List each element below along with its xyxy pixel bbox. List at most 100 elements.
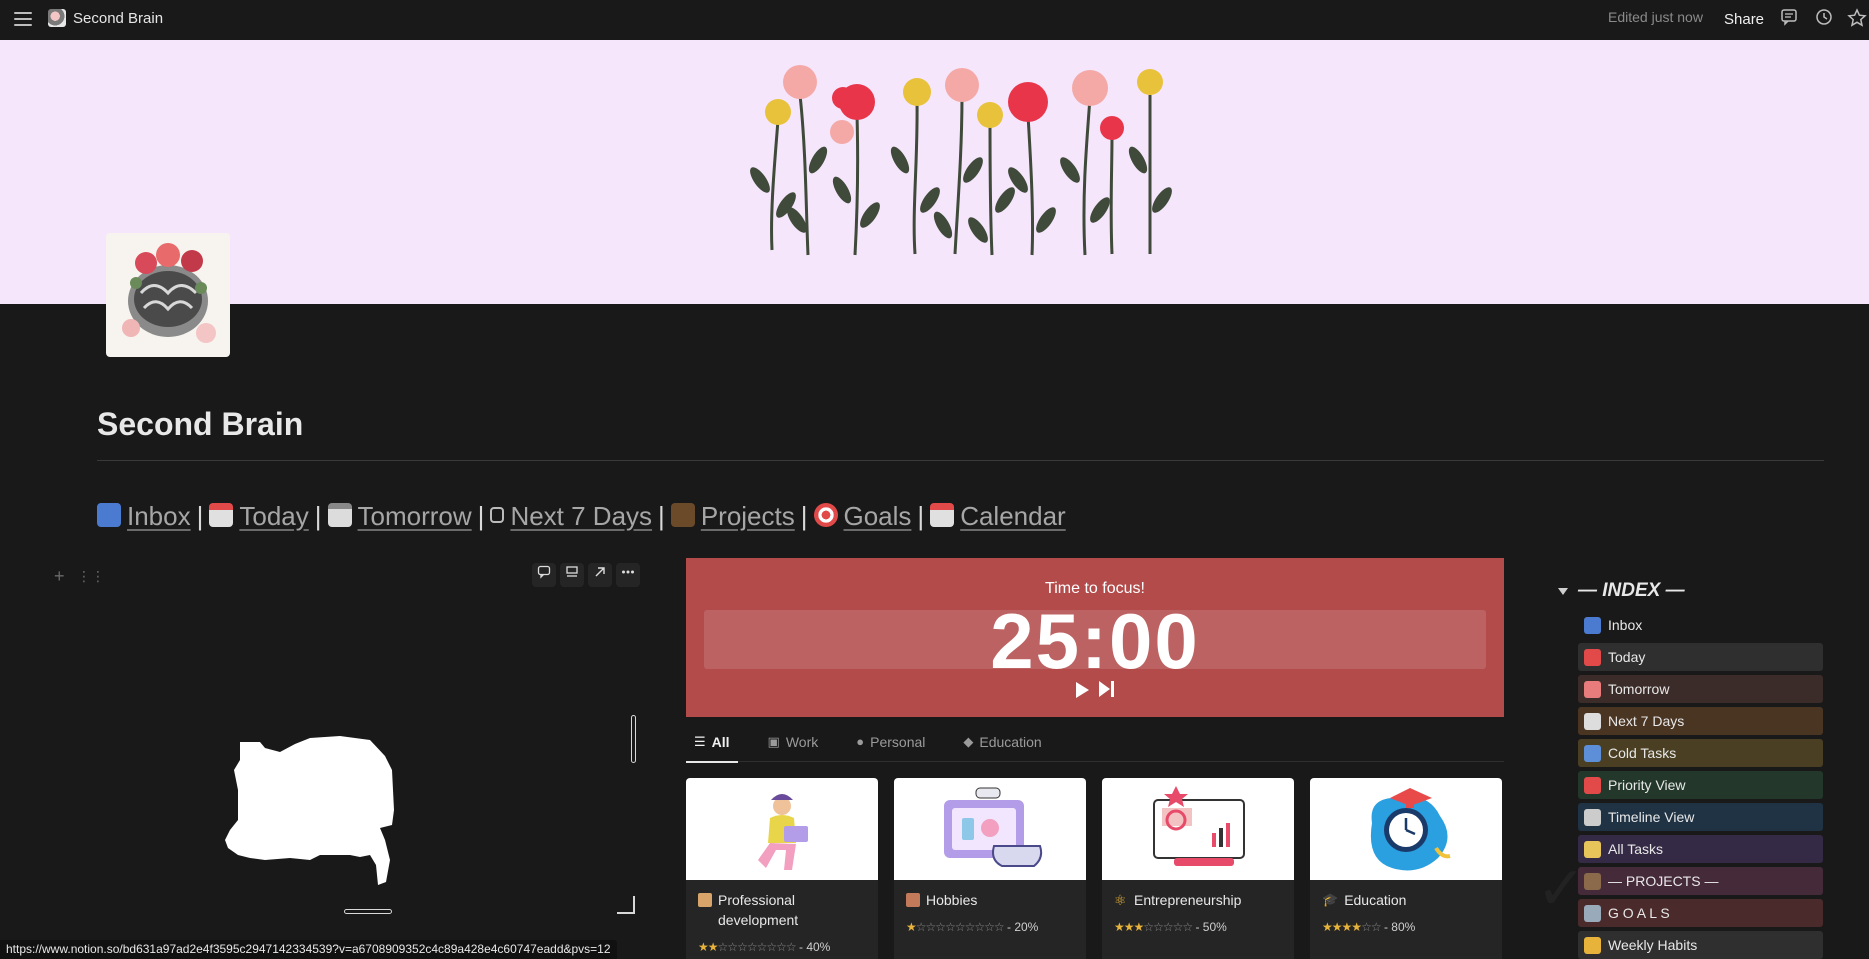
watermark-logo: ✓: [1536, 855, 1589, 922]
card-education[interactable]: 🎓 Education ★★★★☆☆ - 80%: [1310, 778, 1502, 959]
target-icon: [813, 502, 838, 527]
tab-label: All: [711, 734, 730, 750]
star-empty-icon: ☆: [935, 920, 946, 934]
star-rating: ★★★★☆☆: [1322, 920, 1384, 934]
index-item-icon: [1584, 808, 1601, 826]
index-item[interactable]: Cold Tasks: [1578, 739, 1823, 767]
drag-handle-icon[interactable]: ⋮⋮: [77, 568, 105, 585]
spiral-calendar-icon: [327, 502, 352, 527]
calendar-icon: [930, 502, 955, 527]
card-image: [1102, 778, 1294, 880]
index-item-icon: [1584, 680, 1601, 698]
scrollbar-vertical[interactable]: [631, 715, 636, 763]
cover-image: [0, 40, 1869, 304]
tab-personal[interactable]: ● Personal: [848, 730, 933, 762]
inbox-tray-icon: [97, 502, 121, 527]
index-item-icon: [1584, 616, 1601, 634]
comment-icon[interactable]: [1778, 8, 1800, 30]
index-item[interactable]: Timeline View: [1578, 803, 1823, 831]
nav-link-today[interactable]: Today: [239, 501, 308, 532]
star-filled-icon: ★: [1341, 920, 1353, 934]
more-options-icon[interactable]: [616, 563, 640, 587]
menu-icon[interactable]: [14, 10, 32, 28]
view-tabs: ☰ All ▣ Work ● Personal ◆ Education: [686, 730, 1504, 763]
rating-percent: - 40%: [799, 940, 831, 954]
card-title-text: Hobbies: [926, 892, 978, 908]
card-hobbies[interactable]: Hobbies ★☆☆☆☆☆☆☆☆☆ - 20%: [894, 778, 1086, 959]
index-item-icon: [1584, 648, 1601, 666]
index-item[interactable]: Weekly Habits: [1578, 931, 1823, 959]
star-empty-icon: ☆: [974, 920, 985, 934]
nav-link-next-7-days[interactable]: Next 7 Days: [510, 501, 652, 532]
star-rating: ★☆☆☆☆☆☆☆☆☆: [906, 920, 1007, 934]
index-item[interactable]: Next 7 Days: [1578, 707, 1823, 735]
tab-all[interactable]: ☰ All: [686, 730, 738, 763]
checklist-icon: ☰: [694, 734, 706, 749]
tab-education[interactable]: ◆ Education: [955, 730, 1049, 762]
nav-link-inbox[interactable]: Inbox: [127, 501, 191, 532]
star-empty-icon: ☆: [717, 940, 729, 954]
index-item[interactable]: Inbox: [1578, 611, 1823, 639]
briefcase-icon: [670, 502, 695, 527]
page-title[interactable]: Second Brain: [97, 406, 303, 443]
graduation-cap-icon: ◆: [963, 734, 974, 749]
resize-handle[interactable]: [617, 896, 635, 914]
star-empty-icon: ☆: [756, 940, 768, 954]
rating-percent: - 80%: [1383, 920, 1416, 934]
star-filled-icon: ★: [1123, 920, 1135, 934]
index-item-label: Tomorrow: [1608, 681, 1670, 697]
card-professional-development[interactable]: Professional development ★★☆☆☆☆☆☆☆☆ - 40…: [686, 778, 878, 959]
tab-work[interactable]: ▣ Work: [760, 730, 827, 762]
star-filled-icon: ★: [1322, 920, 1333, 934]
skip-icon[interactable]: [1099, 680, 1114, 698]
divider: [97, 460, 1824, 461]
nav-link-goals[interactable]: Goals: [844, 501, 912, 532]
breadcrumb[interactable]: Second Brain: [73, 10, 163, 27]
index-item[interactable]: Priority View: [1578, 771, 1823, 799]
top-bar: Second Brain Edited just now Share: [0, 0, 1869, 40]
star-empty-icon: ☆: [1182, 920, 1193, 934]
index-item[interactable]: — PROJECTS —: [1578, 867, 1823, 895]
index-item-label: Inbox: [1608, 617, 1643, 633]
index-item[interactable]: G O A L S: [1578, 899, 1823, 927]
star-empty-icon: ☆: [785, 940, 797, 954]
card-rating: ★★★☆☆☆☆☆ - 50%: [1114, 920, 1227, 934]
open-original-icon[interactable]: [588, 563, 612, 587]
nav-link-tomorrow[interactable]: Tomorrow: [358, 501, 472, 532]
index-item[interactable]: Today: [1578, 643, 1823, 671]
index-item[interactable]: Tomorrow: [1578, 675, 1823, 703]
edited-status: Edited just now: [1608, 9, 1703, 25]
person-icon: ●: [856, 734, 865, 749]
star-empty-icon: ☆: [737, 940, 748, 954]
nav-link-projects[interactable]: Projects: [701, 501, 795, 532]
nav-separator: |: [196, 501, 204, 531]
star-icon[interactable]: [1846, 8, 1868, 30]
add-block-icon[interactable]: +: [54, 566, 65, 587]
tab-label: Work: [785, 734, 819, 750]
star-empty-icon: ☆: [1153, 920, 1164, 934]
embed-toolbar: [532, 563, 640, 587]
tab-label: Personal: [870, 734, 926, 750]
index-item[interactable]: All Tasks: [1578, 835, 1823, 863]
scrollbar-horizontal[interactable]: [344, 909, 392, 914]
card-entrepreneurship[interactable]: ⚛ Entrepreneurship ★★★☆☆☆☆☆ - 50%: [1102, 778, 1294, 959]
share-button[interactable]: Share: [1724, 11, 1764, 28]
star-filled-icon: ★: [707, 940, 719, 954]
timer-controls: [686, 680, 1504, 698]
clock-icon[interactable]: [1813, 8, 1835, 30]
quick-nav: Inbox | Today | Tomorrow | Next 7 Days |…: [97, 501, 1066, 532]
nav-link-calendar[interactable]: Calendar: [960, 501, 1066, 532]
nav-separator: |: [658, 501, 665, 531]
star-empty-icon: ☆: [766, 940, 777, 954]
toggle-triangle-icon[interactable]: [1558, 587, 1568, 595]
play-icon[interactable]: [1076, 682, 1089, 698]
caption-icon[interactable]: [560, 563, 584, 587]
index-title: — INDEX —: [1578, 580, 1685, 601]
page-icon-brain-flowers[interactable]: [106, 233, 230, 357]
comment-icon[interactable]: [532, 563, 556, 587]
card-rating: ★★☆☆☆☆☆☆☆☆ - 40%: [698, 940, 830, 954]
clipboard-icon: [490, 506, 505, 523]
index-toggle[interactable]: — INDEX —: [1558, 580, 1685, 602]
person-icon: [698, 893, 712, 907]
pixel-cat-widget[interactable]: [220, 730, 460, 910]
